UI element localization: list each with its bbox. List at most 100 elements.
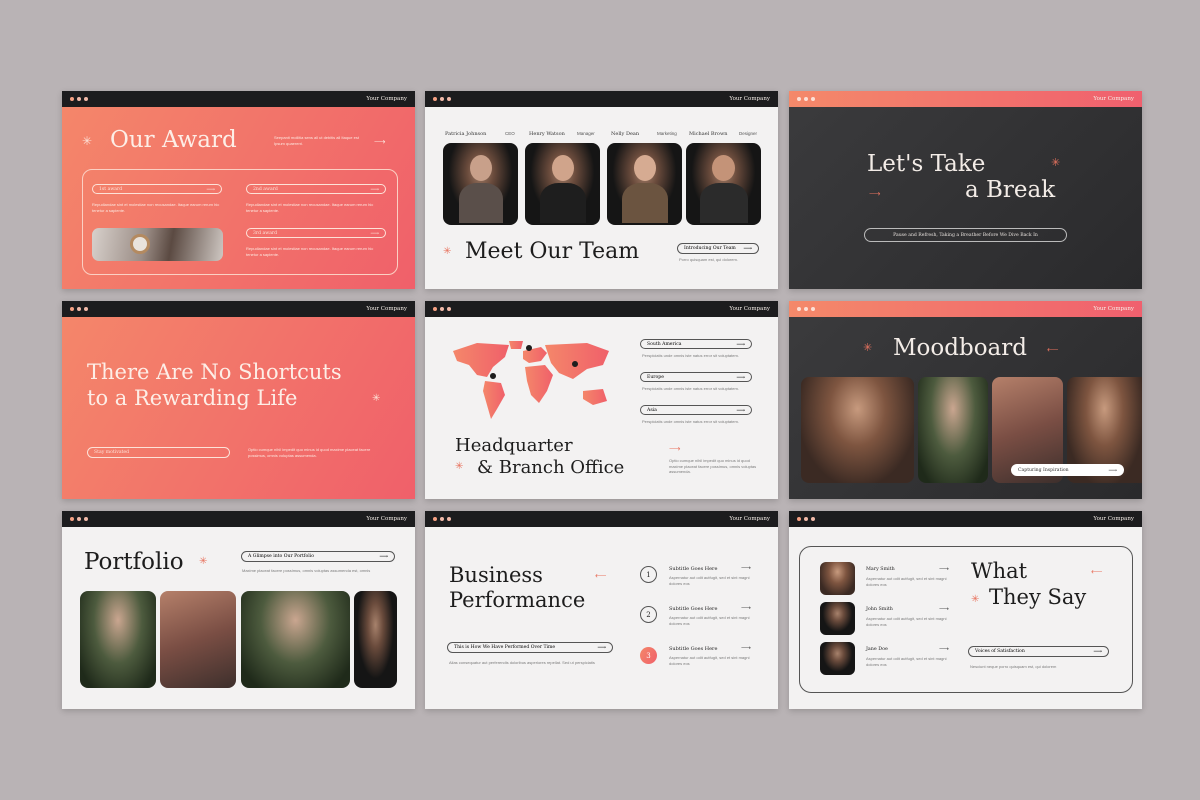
slide-topbar: Your Company (789, 301, 1142, 317)
sparkle-icon: ✳ (1051, 157, 1061, 169)
watch-photo (92, 228, 223, 261)
mood-pill[interactable]: Capturing Inspiration ⟶ (1011, 464, 1124, 476)
member-name: Michael Brown (689, 131, 728, 137)
arrow-icon: ⟶ (379, 553, 388, 560)
testimonial-pill[interactable]: Voices of Satisfaction ⟶ (968, 646, 1109, 657)
africa-shape (525, 365, 553, 403)
arrow-icon: ⟶ (741, 645, 752, 652)
slide-what-they-say[interactable]: Your Company Mary Smith ⟶ Aspernatur aut… (789, 511, 1142, 709)
pill-label: Voices of Satisfaction (975, 649, 1025, 654)
slide-topbar: Your Company (62, 511, 415, 527)
member-name: Nelly Dean (611, 131, 640, 137)
portfolio-photo (241, 591, 350, 688)
arrow-icon: ⟶ (370, 185, 379, 193)
arrow-icon: ⟶ (374, 137, 386, 146)
arrow-icon: ⟶ (1093, 648, 1102, 655)
arrow-icon: ⟶ (1108, 466, 1117, 474)
award-pill-2[interactable]: 2nd award ⟶ (246, 184, 386, 194)
business-text: Alias consequatur aut perferendis dolori… (449, 660, 595, 665)
region-text: Perspiciatis unde omnis iste natus error… (642, 353, 739, 358)
team-note: Porro quisquam est, qui dolorem. (679, 257, 738, 262)
portfolio-photo (160, 591, 236, 688)
award-label: 1st award (99, 186, 123, 192)
slide-headquarter[interactable]: Your Company South America ⟶ Perspiciatis… (425, 301, 778, 499)
person-name: John Smith (866, 607, 893, 612)
region-pill-3[interactable]: Asia ⟶ (640, 405, 752, 415)
company-label: Your Company (366, 516, 407, 522)
slide-take-a-break[interactable]: Your Company Let's Take a Break ✳ ⟶ Paus… (789, 91, 1142, 289)
portfolio-pill[interactable]: A Glimpse into Our Portfolio ⟶ (241, 551, 395, 562)
window-dots (797, 517, 815, 521)
slide-our-award[interactable]: Your Company ✳ Our Award Seepanit mollit… (62, 91, 415, 289)
slide-no-shortcuts[interactable]: Your Company There Are No Shortcuts to a… (62, 301, 415, 499)
arrow-icon: ⟶ (869, 189, 881, 198)
arrow-icon: ⟵ (1047, 345, 1059, 354)
headline-line-2: to a Rewarding Life (87, 386, 298, 410)
business-title-2: Performance (449, 588, 586, 612)
award-pill-3[interactable]: 3rd award ⟶ (246, 228, 386, 238)
award-pill-1[interactable]: 1st award ⟶ (92, 184, 222, 194)
business-pill[interactable]: This is How We Have Performed Over Time ⟶ (447, 642, 613, 653)
member-photo (686, 143, 761, 225)
region-label: South America (647, 341, 682, 347)
member-photo (443, 143, 518, 225)
sparkle-icon: ✳ (372, 393, 381, 404)
region-label: Asia (647, 407, 657, 413)
arrow-icon: ⟶ (939, 646, 950, 653)
slide-meet-our-team[interactable]: Your Company Patricia Johnson CEO Henry … (425, 91, 778, 289)
member-name: Henry Watson (529, 131, 565, 137)
north-america-shape (453, 343, 509, 377)
slide-topbar: Your Company (62, 91, 415, 107)
team-pill[interactable]: Introducing Our Team ⟶ (677, 243, 759, 254)
slide-topbar: Your Company (62, 301, 415, 317)
break-line-1: Let's Take (867, 151, 986, 177)
break-pill[interactable]: Pause and Refresh, Taking a Breather Bef… (864, 228, 1067, 242)
slide-title: Moodboard (893, 335, 1027, 361)
south-america-shape (483, 381, 505, 419)
step-number-1: 1 (640, 566, 657, 583)
motivated-pill[interactable]: Stay motivated (87, 447, 230, 458)
slide-title: Meet Our Team (465, 239, 640, 264)
award-text: Repudiandae sint et molestiae non recusa… (246, 202, 374, 213)
member-photo (525, 143, 600, 225)
pill-label: A Glimpse into Our Portfolio (248, 554, 314, 559)
region-text: Perspiciatis unde omnis iste natus error… (642, 386, 739, 391)
region-pill-2[interactable]: Europe ⟶ (640, 372, 752, 382)
hq-title-2: & Branch Office (477, 457, 625, 478)
slide-portfolio[interactable]: Your Company Portfolio ✳ A Glimpse into … (62, 511, 415, 709)
slide-topbar: Your Company (789, 91, 1142, 107)
sparkle-icon: ✳ (443, 246, 452, 257)
member-role: Designer (739, 131, 758, 136)
award-description: Seepanit mollitia sens all ut debitis al… (274, 135, 359, 146)
business-title-1: Business (449, 563, 543, 587)
region-text: Perspiciatis unde omnis iste natus error… (642, 419, 739, 424)
window-dots (797, 97, 815, 101)
window-dots (797, 307, 815, 311)
company-label: Your Company (729, 96, 770, 102)
award-text: Repudiandae sint et molestiae non recusa… (92, 202, 220, 213)
arrow-icon: ⟶ (669, 444, 681, 453)
window-dots (70, 97, 88, 101)
window-dots (433, 517, 451, 521)
slide-business-performance[interactable]: Your Company Business Performance ⟵ This… (425, 511, 778, 709)
pill-label: This is How We Have Performed Over Time (454, 645, 556, 650)
award-label: 3rd award (253, 230, 278, 236)
member-role: Manager (577, 131, 595, 136)
member-photo (607, 143, 682, 225)
arrow-icon: ⟵ (595, 571, 607, 580)
member-name: Patricia Johnson (445, 131, 487, 137)
window-dots (70, 517, 88, 521)
person-name: Mary Smith (866, 567, 895, 572)
shortcuts-text: Optio cumque nihil impedit quo minus id … (248, 447, 371, 458)
slide-topbar: Your Company (425, 91, 778, 107)
arrow-icon: ⟶ (736, 373, 745, 381)
sparkle-icon: ✳ (455, 461, 464, 472)
company-label: Your Company (1093, 516, 1134, 522)
arrow-icon: ⟶ (736, 340, 745, 348)
hq-text: Optio cumque nihil impedit quo minus id … (669, 458, 757, 474)
slide-moodboard[interactable]: Your Company ✳ Moodboard ⟵ Capturing Ins… (789, 301, 1142, 499)
arrow-icon: ⟶ (741, 565, 752, 572)
person-quote: Aspernatur aut odit autfugit, sed et sin… (866, 656, 947, 667)
arrow-icon: ⟶ (206, 185, 215, 193)
region-pill-1[interactable]: South America ⟶ (640, 339, 752, 349)
